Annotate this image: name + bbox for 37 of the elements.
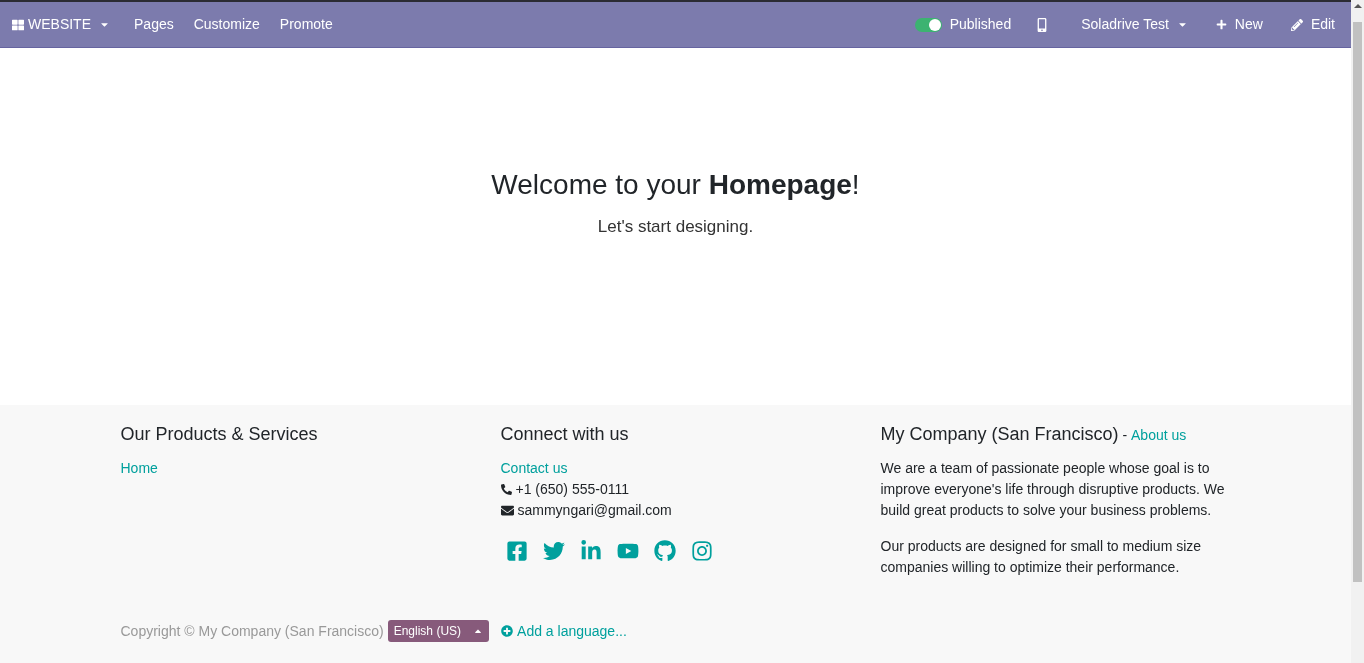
- phone-number: +1 (650) 555-0111: [515, 480, 629, 499]
- language-selector[interactable]: English (US): [387, 620, 490, 642]
- linkedin-icon[interactable]: [579, 540, 602, 562]
- grid-icon: [12, 18, 24, 31]
- edit-button[interactable]: Edit: [1290, 14, 1335, 35]
- pencil-icon: [1290, 18, 1303, 31]
- plus-icon: [1215, 19, 1227, 30]
- website-menu-button[interactable]: WEBSITE: [8, 14, 114, 35]
- phone-icon: [500, 484, 512, 495]
- menu-item[interactable]: Customize: [193, 14, 260, 35]
- menu-item[interactable]: Pages: [134, 14, 174, 35]
- column-title: Connect with us: [500, 423, 630, 446]
- camera-icon[interactable]: [690, 540, 713, 562]
- company-description: Our products are designed for small to medium size companies willing to optimize their performance.: [880, 537, 1203, 577]
- column-title: My Company (San Francisco): [880, 423, 1119, 446]
- separator: -: [1121, 426, 1129, 445]
- scrollbar[interactable]: [1351, 0, 1364, 663]
- published-toggle[interactable]: [914, 17, 942, 32]
- hero-subtitle: Let's start designing.: [597, 216, 754, 238]
- envelope-icon: [500, 504, 514, 517]
- scroll-up-arrow-icon[interactable]: [1353, 4, 1362, 8]
- site-selector[interactable]: Soladrive Test: [1081, 14, 1188, 35]
- facebook-icon[interactable]: [505, 540, 528, 562]
- company-description: We are a team of passionate people whose goal is to improve everyone's life through disruptive products. We build great products to solve your business problems.: [880, 459, 1226, 520]
- footer-link[interactable]: Home: [120, 458, 471, 479]
- hero-title: Welcome to your Homepage!: [491, 168, 860, 202]
- column-title: Our Products & Services: [120, 423, 319, 446]
- email-address: sammyngari@gmail.com: [517, 501, 672, 520]
- new-button[interactable]: New: [1215, 14, 1263, 35]
- github-cat-icon[interactable]: [653, 540, 676, 562]
- menu-item[interactable]: Promote: [279, 14, 333, 35]
- footer-link[interactable]: Contact us: [500, 458, 851, 479]
- twitter-bird-icon[interactable]: [542, 540, 565, 562]
- add-language-link[interactable]: Add a language...: [501, 620, 627, 642]
- about-link[interactable]: About us: [1131, 425, 1187, 446]
- copyright-text: Copyright © My Company (San Francisco): [120, 621, 384, 641]
- published-label: Published: [949, 15, 1012, 34]
